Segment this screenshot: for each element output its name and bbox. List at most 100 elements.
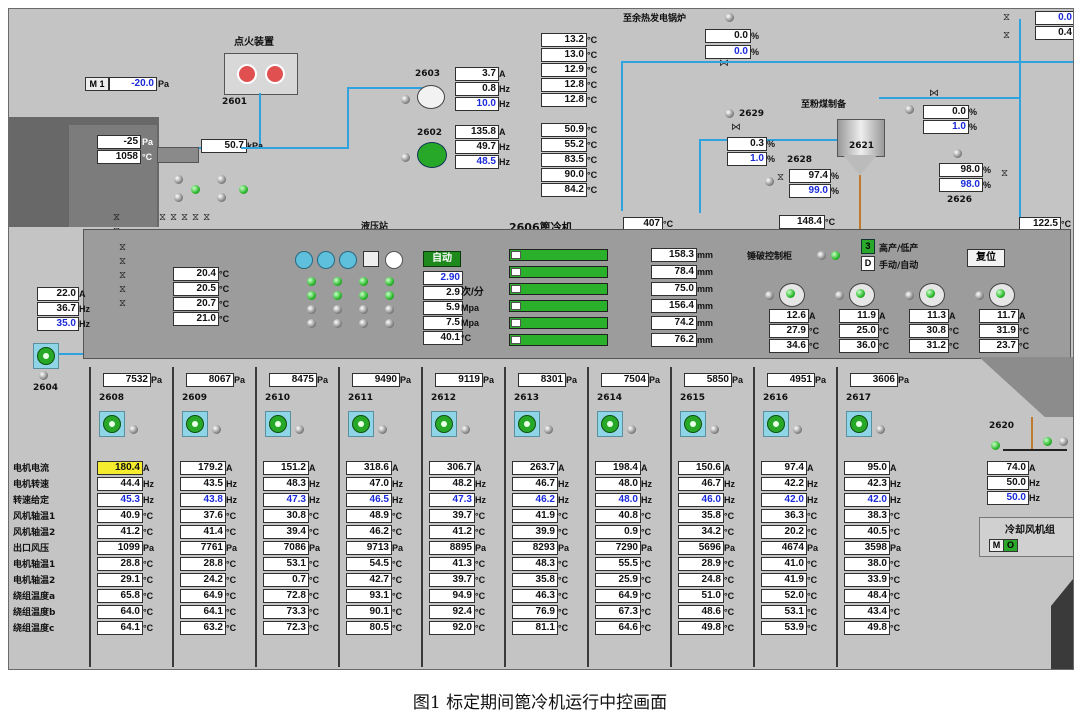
fan-row-value: 41.2: [97, 525, 143, 539]
fan-2612-icon[interactable]: [431, 411, 457, 437]
fan-current: 74.0: [987, 461, 1029, 475]
valve-tag: 2629: [739, 109, 765, 119]
butterfly-valve-icon[interactable]: ⧖: [1003, 13, 1010, 23]
fan-2610-icon[interactable]: [265, 411, 291, 437]
fan-row-value: 64.0: [97, 605, 143, 619]
unit-label: °C: [475, 559, 486, 569]
fan-row-value: 41.9: [512, 509, 558, 523]
row-label: 转速给定: [13, 496, 50, 506]
unit-label: °C: [475, 623, 486, 633]
fan-row-value: 38.3: [844, 509, 890, 523]
fan-2611-icon[interactable]: [348, 411, 374, 437]
coal-silo[interactable]: [837, 119, 885, 157]
outlet-pressure: 8067: [186, 373, 234, 387]
unit-label: °C: [219, 299, 230, 309]
pump-indicator-icon[interactable]: [295, 251, 313, 269]
ignition-device[interactable]: [224, 53, 298, 95]
crusher-temp: 23.7: [979, 339, 1019, 353]
valve-status-indicator: [307, 291, 316, 300]
column-divider: [172, 367, 174, 667]
mode-d-button[interactable]: D: [861, 256, 875, 271]
outlet-pressure: 9490: [352, 373, 400, 387]
fan-row-value: 180.4: [97, 461, 143, 475]
unit-label: °C: [809, 341, 820, 351]
unit-label: 次/分: [461, 287, 484, 298]
fan-row-value: 42.2: [761, 477, 807, 491]
fan-row-value: 41.2: [429, 525, 475, 539]
valve-setpoint: 0.0: [705, 45, 751, 59]
fan-2603-icon[interactable]: [417, 85, 445, 109]
fan-row-value: 48.0: [595, 477, 641, 491]
temperature-readout: 12.9: [541, 63, 587, 77]
butterfly-valve-icon[interactable]: ⧖: [1003, 31, 1010, 41]
pump-indicator-icon[interactable]: [317, 251, 335, 269]
pump-indicator-icon[interactable]: [339, 251, 357, 269]
fan-row-value: 64.6: [595, 621, 641, 635]
fan-2615-icon[interactable]: [680, 411, 706, 437]
fan-current: 3.7: [455, 67, 499, 81]
butterfly-valve-icon[interactable]: ⋈: [929, 89, 939, 99]
unit-label: Hz: [890, 479, 901, 489]
temperature-readout: 55.2: [541, 138, 587, 152]
mode-3-button[interactable]: 3: [861, 239, 875, 254]
valve-status-indicator: [359, 277, 368, 286]
fan-2609-icon[interactable]: [182, 411, 208, 437]
manual-mode-button[interactable]: M: [989, 539, 1004, 552]
row-label: 电机电流: [13, 464, 50, 474]
fan-row-value: 36.3: [761, 509, 807, 523]
fan-current: 22.0: [37, 287, 79, 301]
auto-mode-button[interactable]: 自动: [423, 251, 461, 267]
pressure-readout: -20.0: [109, 77, 157, 91]
unit-label: °C: [724, 623, 735, 633]
fan-row-value: 33.9: [844, 573, 890, 587]
fan-2608-icon[interactable]: [99, 411, 125, 437]
column-divider: [89, 367, 91, 667]
unit-label: °C: [475, 511, 486, 521]
fan-row-value: 46.2: [512, 493, 558, 507]
fan-2604-icon[interactable]: [33, 343, 59, 369]
fan-tag: 2612: [431, 393, 457, 403]
fan-row-value: 3598: [844, 541, 890, 555]
figure-caption: 图1 标定期间篦冷机运行中控画面: [412, 693, 668, 713]
valve-status-indicator: [333, 305, 342, 314]
unit-label: °C: [558, 607, 569, 617]
fan-row-value: 47.3: [263, 493, 309, 507]
fan-row-value: 28.9: [678, 557, 724, 571]
grate-stroke-bar: [509, 317, 608, 329]
pump-indicator-icon[interactable]: [385, 251, 403, 269]
unit-label: Pa: [815, 375, 827, 385]
trend-icon[interactable]: [363, 251, 379, 267]
valve-opening: 0.0: [1035, 11, 1073, 25]
fan-row-value: 72.3: [263, 621, 309, 635]
unit-label: A: [890, 463, 897, 473]
fan-row-value: 93.1: [346, 589, 392, 603]
air-valve-column-icon[interactable]: ⧖ ⧖ ⧖ ⧖ ⧖: [119, 241, 126, 311]
fan-row-value: 53.1: [761, 605, 807, 619]
m1-mode-button[interactable]: M 1: [85, 77, 109, 91]
on-mode-button[interactable]: O: [1003, 539, 1018, 552]
butterfly-valve-icon[interactable]: ⧖: [777, 173, 784, 183]
column-divider: [421, 367, 423, 667]
butterfly-valve-icon[interactable]: ⧖: [1001, 169, 1008, 179]
fan-row-value: 47.3: [429, 493, 475, 507]
reset-button[interactable]: 复位: [967, 249, 1005, 267]
unit-label: Mpa: [461, 303, 479, 313]
fan-frequency-set: 48.5: [455, 155, 499, 169]
fan-2614-icon[interactable]: [597, 411, 623, 437]
unit-label: °C: [226, 511, 237, 521]
unit-label: °C: [890, 559, 901, 569]
unit-label: Hz: [499, 157, 510, 167]
unit-label: Pa: [400, 375, 412, 385]
fan-2613-icon[interactable]: [514, 411, 540, 437]
air-valve-row-icon[interactable]: ⧖⧖⧖⧖⧖: [159, 213, 214, 223]
fan-row-value: 28.8: [180, 557, 226, 571]
fan-2616-icon[interactable]: [763, 411, 789, 437]
status-indicator: [544, 425, 553, 434]
fan-tag: 2615: [680, 393, 706, 403]
unit-label: Hz: [724, 495, 735, 505]
fan-2617-icon[interactable]: [846, 411, 872, 437]
valve-status-indicator: [307, 305, 316, 314]
butterfly-valve-icon[interactable]: ⋈: [731, 123, 741, 133]
unit-label: °C: [587, 125, 598, 135]
fan-2602-icon[interactable]: [417, 142, 447, 168]
